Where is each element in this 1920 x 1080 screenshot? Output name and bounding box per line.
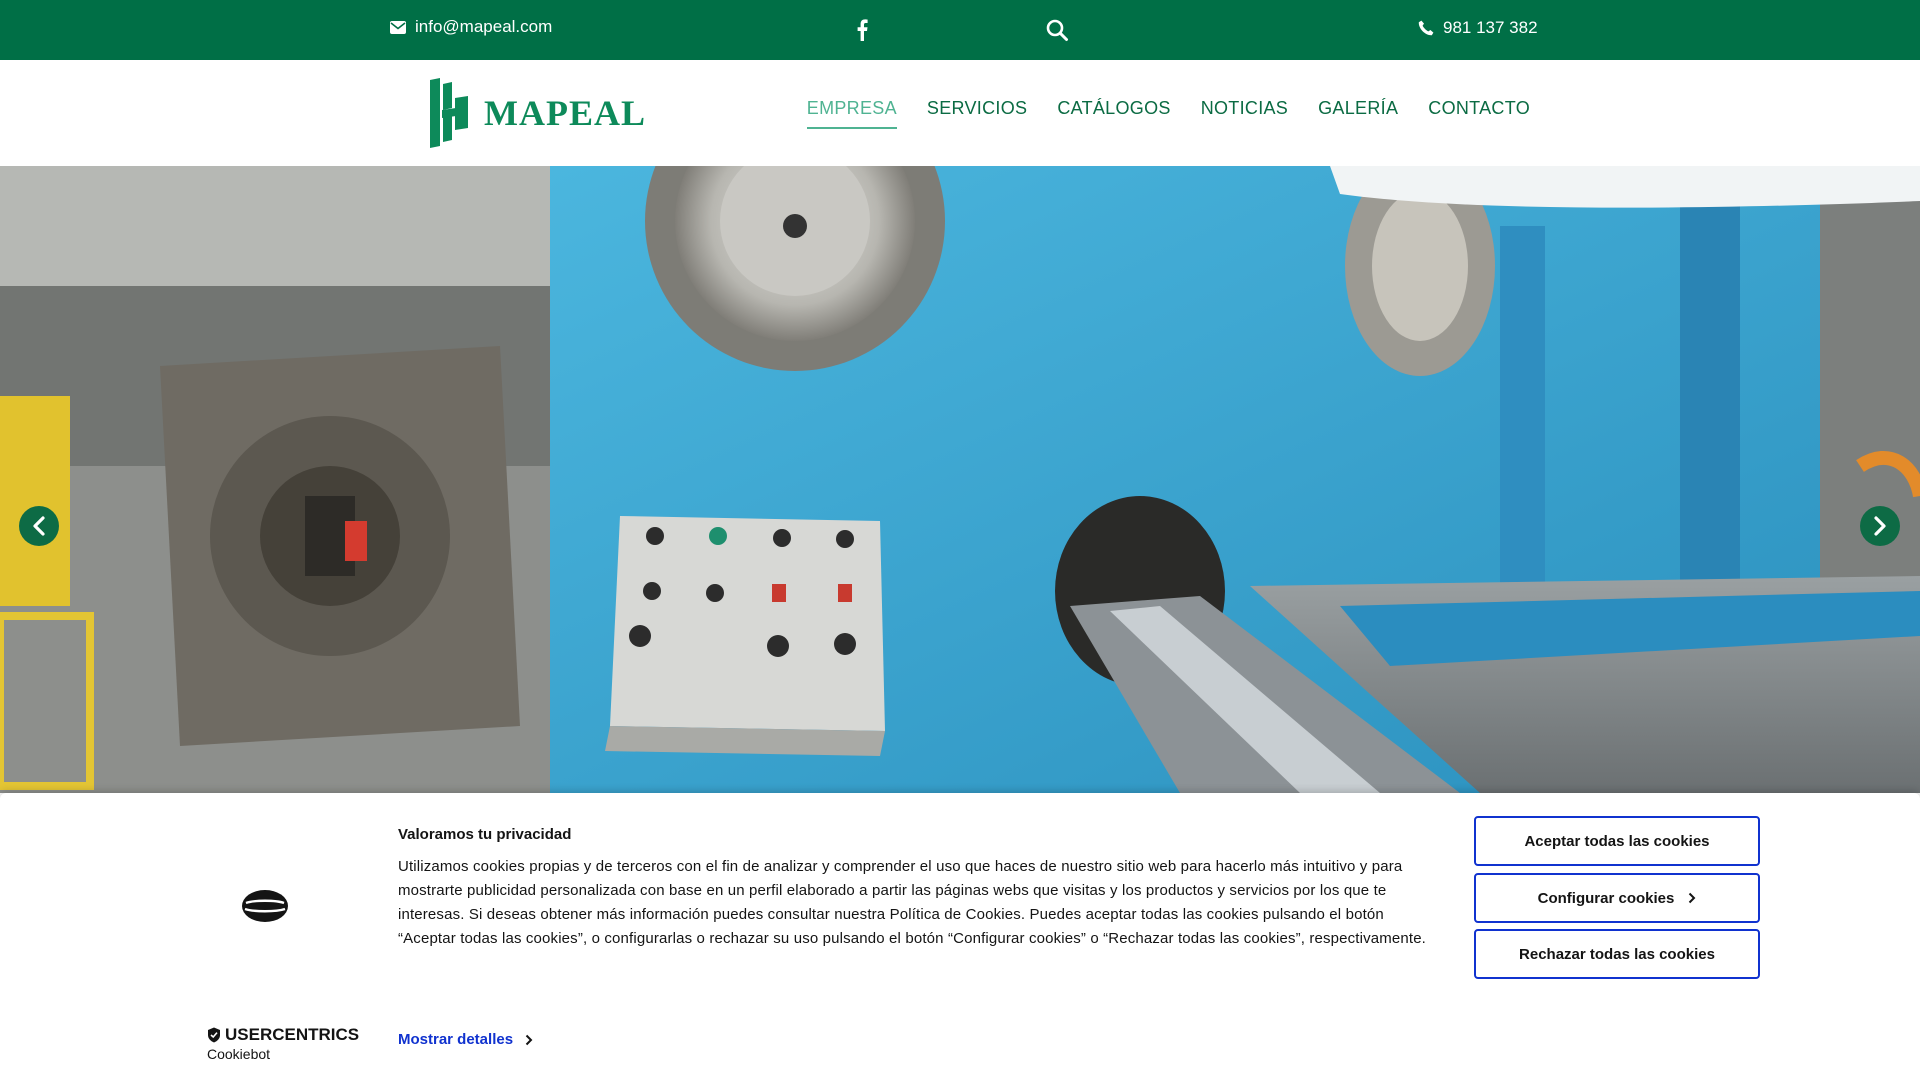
phone-icon [1418,20,1434,36]
envelope-icon [390,20,406,34]
cookiebot-name: Cookiebot [207,1046,271,1062]
nav-item-contacto[interactable]: CONTACTO [1428,98,1530,129]
top-bar: info@mapeal.com 981 137 382 [0,0,1920,60]
email-link[interactable]: info@mapeal.com [390,17,552,37]
usercentrics-brand: USERCENTRICS Cookiebot [207,1025,359,1062]
hero-slider [0,166,1920,793]
accept-all-cookies-button[interactable]: Aceptar todas las cookies [1474,816,1760,866]
hero-image [0,166,1920,793]
chevron-right-icon [1874,516,1886,536]
nav-item-noticias[interactable]: NOTICIAS [1201,98,1288,129]
show-details-label: Mostrar detalles [398,1031,514,1048]
slider-next-button[interactable] [1860,506,1900,546]
reject-all-cookies-button[interactable]: Rechazar todas las cookies [1474,929,1760,979]
cookiebot-logo-icon [240,888,290,929]
logo[interactable]: MAPEAL [430,78,646,148]
nav-item-empresa[interactable]: EMPRESA [806,98,897,129]
chevron-right-icon [525,1034,533,1045]
show-details-link[interactable]: Mostrar detalles [398,1031,533,1048]
nav-item-catalogos[interactable]: CATÁLOGOS [1057,98,1170,129]
search-icon[interactable] [1045,18,1069,42]
logo-text: MAPEAL [484,93,646,133]
chevron-right-icon [1689,892,1696,904]
cookie-banner: USERCENTRICS Cookiebot Valoramos tu priv… [0,793,1920,1080]
site-header: MAPEAL EMPRESA SERVICIOS CATÁLOGOS NOTIC… [0,60,1920,166]
configure-cookies-label: Configurar cookies [1537,889,1675,907]
phone-text: 981 137 382 [1443,18,1538,37]
phone-link[interactable]: 981 137 382 [1418,18,1538,38]
slider-prev-button[interactable] [19,506,59,546]
configure-cookies-button[interactable]: Configurar cookies [1474,873,1760,923]
chevron-left-icon [33,516,45,536]
nav-item-galeria[interactable]: GALERÍA [1318,98,1398,129]
nav-item-servicios[interactable]: SERVICIOS [927,98,1027,129]
reject-all-label: Rechazar todas las cookies [1519,945,1715,963]
logo-mark-icon [430,78,468,148]
accept-all-label: Aceptar todas las cookies [1524,832,1710,850]
main-nav: EMPRESA SERVICIOS CATÁLOGOS NOTICIAS GAL… [806,98,1530,129]
cookie-title: Valoramos tu privacidad [398,826,572,843]
email-text: info@mapeal.com [415,17,553,36]
shield-icon [208,1027,220,1043]
usercentrics-name: USERCENTRICS [225,1025,360,1044]
cookie-description: Utilizamos cookies propias y de terceros… [398,858,1427,947]
facebook-icon[interactable] [852,16,872,44]
